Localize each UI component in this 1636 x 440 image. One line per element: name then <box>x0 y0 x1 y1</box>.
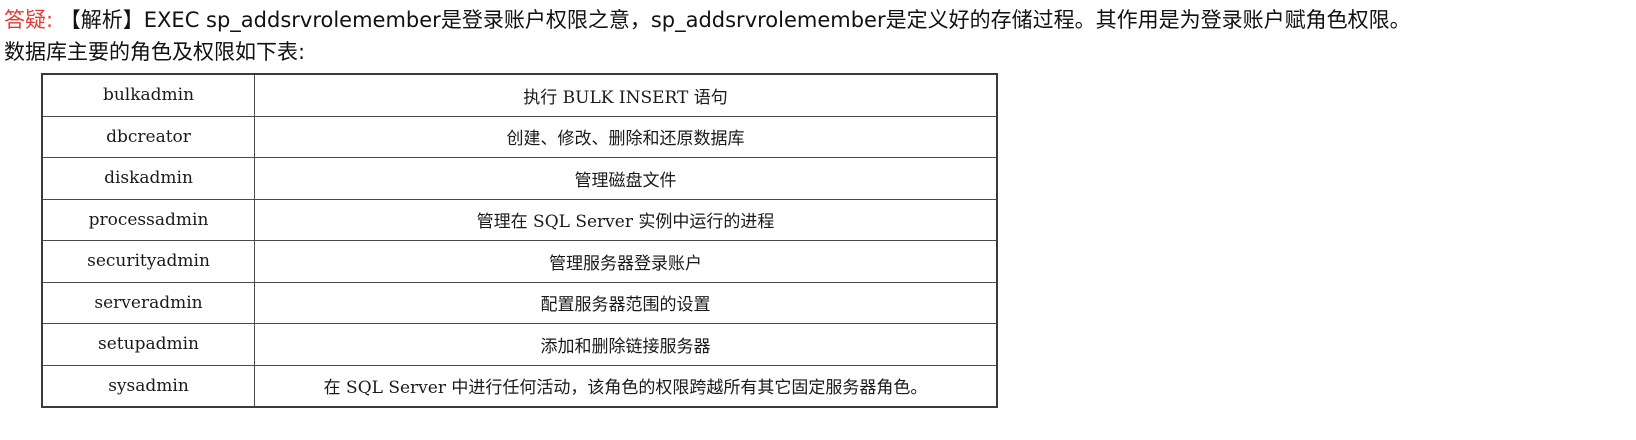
role-name: sysadmin <box>41 364 255 408</box>
role-permission: 管理在 SQL Server 实例中运行的进程 <box>254 198 998 241</box>
role-permission: 管理磁盘文件 <box>254 157 998 200</box>
role-permission: 创建、修改、删除和还原数据库 <box>254 115 998 158</box>
role-name: setupadmin <box>41 323 255 366</box>
table-row: diskadmin 管理磁盘文件 <box>41 157 998 200</box>
answer-block: 答疑: 【解析】EXEC sp_addsrvrolemember是登录账户权限之… <box>4 4 1634 68</box>
table-row: bulkadmin 执行 BULK INSERT 语句 <box>41 73 998 117</box>
role-name: bulkadmin <box>41 73 255 117</box>
role-name: processadmin <box>41 198 255 241</box>
role-permission: 在 SQL Server 中进行任何活动，该角色的权限跨越所有其它固定服务器角色… <box>254 364 998 408</box>
table-row: sysadmin 在 SQL Server 中进行任何活动，该角色的权限跨越所有… <box>41 364 998 408</box>
role-name: serveradmin <box>41 281 255 324</box>
table-row: processadmin 管理在 SQL Server 实例中运行的进程 <box>41 198 998 241</box>
answer-line-2: 数据库主要的角色及权限如下表: <box>4 40 306 64</box>
role-permission: 管理服务器登录账户 <box>254 240 998 283</box>
table-row: serveradmin 配置服务器范围的设置 <box>41 281 998 324</box>
answer-explanation: 【解析】EXEC sp_addsrvrolemember是登录账户权限之意，sp… <box>59 8 1411 32</box>
table-row: dbcreator 创建、修改、删除和还原数据库 <box>41 115 998 158</box>
table-row: securityadmin 管理服务器登录账户 <box>41 240 998 283</box>
role-name: dbcreator <box>41 115 255 158</box>
table-row: setupadmin 添加和删除链接服务器 <box>41 323 998 366</box>
role-name: diskadmin <box>41 157 255 200</box>
roles-table: bulkadmin 执行 BULK INSERT 语句 dbcreator 创建… <box>41 73 998 408</box>
answer-line-1: 答疑: 【解析】EXEC sp_addsrvrolemember是登录账户权限之… <box>4 4 1634 36</box>
role-permission: 执行 BULK INSERT 语句 <box>254 73 998 117</box>
role-permission: 添加和删除链接服务器 <box>254 323 998 366</box>
role-permission: 配置服务器范围的设置 <box>254 281 998 324</box>
role-name: securityadmin <box>41 240 255 283</box>
answer-label: 答疑: <box>4 8 54 32</box>
